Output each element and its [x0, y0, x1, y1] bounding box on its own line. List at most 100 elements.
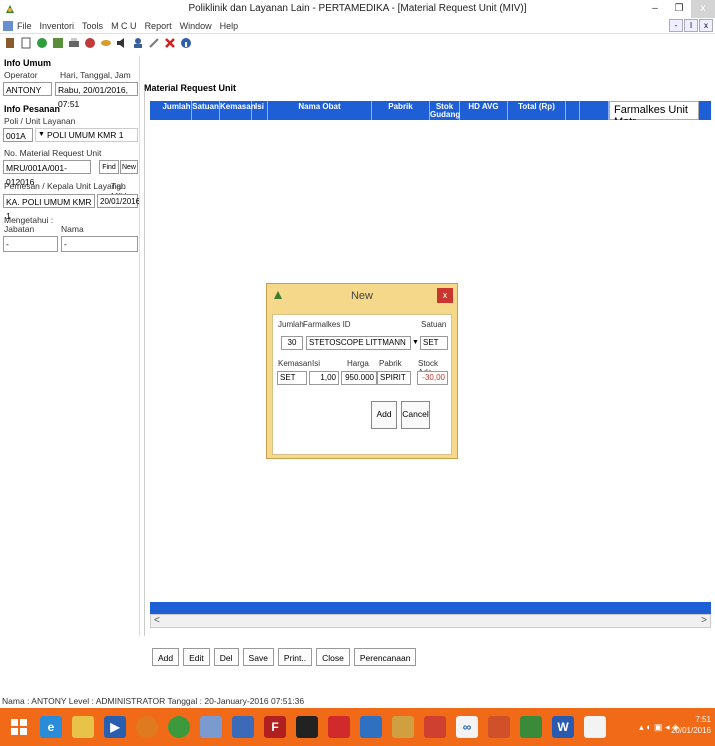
satuan-field[interactable]: SET: [420, 336, 448, 350]
info-icon[interactable]: [179, 37, 192, 50]
col-isi[interactable]: Isi: [252, 101, 268, 120]
horizontal-scrollbar[interactable]: < >: [150, 614, 711, 628]
find-button[interactable]: Find: [99, 160, 119, 174]
firefox-icon[interactable]: [136, 716, 158, 738]
powerpoint-icon[interactable]: [488, 716, 510, 738]
explorer-icon[interactable]: [72, 716, 94, 738]
isi-field[interactable]: 1,00: [309, 371, 339, 385]
pemesan-field[interactable]: KA. POLI UMUM KMR 1: [3, 194, 95, 221]
acrobat-icon[interactable]: [328, 716, 350, 738]
left-panel-divider: [139, 56, 140, 636]
scroll-right-arrow[interactable]: >: [701, 615, 707, 627]
mru-field[interactable]: MRU/001A/001-012016: [3, 160, 91, 187]
terminal-icon[interactable]: [296, 716, 318, 738]
sound-icon[interactable]: [115, 37, 128, 50]
app2-icon[interactable]: [360, 716, 382, 738]
kemasan-field[interactable]: SET: [277, 371, 307, 385]
heart-icon[interactable]: [83, 37, 96, 50]
menu-bar: File Inventori Tools M C U Report Window…: [0, 18, 715, 34]
menu-window[interactable]: Window: [180, 21, 212, 31]
close-button[interactable]: x: [691, 0, 715, 18]
mdi-minimize-button[interactable]: -: [669, 19, 683, 32]
farmalkes-dropdown-icon[interactable]: ▼: [412, 339, 419, 346]
clock[interactable]: 7:51 20/01/2016: [671, 714, 711, 736]
infinity-icon[interactable]: ∞: [456, 716, 478, 738]
poli-code-field[interactable]: 001A: [3, 128, 33, 142]
farmalkes-header: Farmalkes Unit Matr: [609, 101, 699, 128]
mdi-close-button[interactable]: x: [699, 19, 713, 32]
taskbar: e ▶ F ∞ W ▴ ◐ ▣ ◂ ◈ 7:51 20/01/2016: [0, 708, 715, 746]
perencanaan-button[interactable]: Perencanaan: [353, 648, 417, 666]
menu-report[interactable]: Report: [145, 21, 172, 31]
chrome-icon[interactable]: [168, 716, 190, 738]
acrobat-distiller-icon[interactable]: [392, 716, 414, 738]
door-icon[interactable]: [3, 37, 16, 50]
app-icon-taskbar[interactable]: [200, 716, 222, 738]
col-blank-1[interactable]: [566, 101, 580, 120]
tgl-miv-field[interactable]: 20/01/2016: [97, 194, 140, 208]
word-icon[interactable]: W: [552, 716, 574, 738]
close-icon[interactable]: [163, 37, 176, 50]
menu-mcu[interactable]: M C U: [111, 21, 137, 31]
page-icon[interactable]: [19, 37, 32, 50]
network-icon[interactable]: [232, 716, 254, 738]
maximize-button[interactable]: ❐: [667, 0, 691, 18]
scroll-left-arrow[interactable]: <: [154, 615, 160, 627]
acrobat-pro-icon[interactable]: [424, 716, 446, 738]
farmalkes-id-field[interactable]: STETOSCOPE LITTMANN: [306, 336, 411, 350]
col-total[interactable]: Total (Rp): [508, 101, 566, 120]
dialog-add-button[interactable]: Add: [371, 401, 397, 429]
edit-button[interactable]: Edit: [183, 648, 210, 666]
menu-tools[interactable]: Tools: [82, 21, 103, 31]
filezilla-icon[interactable]: F: [264, 716, 286, 738]
dialog-cancel-button[interactable]: Cancel: [401, 401, 430, 429]
col-hd-avg[interactable]: HD AVG: [460, 101, 508, 120]
mru-label: No. Material Request Unit: [4, 148, 102, 158]
col-blank-2[interactable]: [580, 101, 609, 120]
window-title: Poliklinik dan Layanan Lain - PERTAMEDIK…: [188, 3, 527, 14]
mdi-restore-button[interactable]: ǀ: [684, 19, 698, 32]
windows-start-icon[interactable]: [8, 716, 30, 738]
save-button[interactable]: Save: [242, 648, 274, 666]
clock-date: 20/01/2016: [670, 726, 711, 735]
col-pabrik[interactable]: Pabrik: [372, 101, 430, 120]
jumlah-field[interactable]: 30: [281, 336, 303, 350]
close-form-button[interactable]: Close: [316, 648, 350, 666]
operator-field: ANTONY: [3, 82, 52, 96]
col-jumlah[interactable]: Jumlah: [162, 101, 192, 120]
jabatan-field[interactable]: -: [3, 236, 58, 252]
dialog-close-button[interactable]: x: [437, 288, 453, 303]
green-circle-icon[interactable]: [35, 37, 48, 50]
system-menu-icon[interactable]: [3, 20, 13, 31]
user-icon[interactable]: [131, 37, 144, 50]
col-kemasan[interactable]: Kemasan: [220, 101, 256, 120]
col-nama-obat[interactable]: Nama Obat: [268, 101, 372, 120]
tools-icon[interactable]: [147, 37, 160, 50]
printer-icon[interactable]: [67, 37, 80, 50]
col-stok-gudang[interactable]: Stok Gudang: [430, 101, 460, 120]
menu-inventori[interactable]: Inventori: [40, 21, 75, 31]
add-button[interactable]: Add: [152, 648, 180, 666]
pill-icon[interactable]: [99, 37, 112, 50]
left-panel: Info Umum Operator Hari, Tanggal, Jam AN…: [3, 56, 140, 636]
media-icon[interactable]: ▶: [104, 716, 126, 738]
poli-select-value: POLI UMUM KMR 1: [46, 130, 124, 140]
poli-label: Poli / Unit Layanan: [4, 116, 76, 126]
app3-icon[interactable]: [584, 716, 606, 738]
nama-label: Nama: [61, 224, 84, 234]
poli-select[interactable]: ▼ POLI UMUM KMR 1: [35, 128, 138, 142]
pabrik-field[interactable]: SPIRIT: [377, 371, 411, 385]
minimize-button[interactable]: –: [643, 0, 667, 18]
nama-field[interactable]: -: [61, 236, 138, 252]
report-icon[interactable]: [51, 37, 64, 50]
col-satuan[interactable]: Satuan: [192, 101, 220, 120]
harga-field[interactable]: 950.000: [341, 371, 377, 385]
ie-icon[interactable]: e: [40, 716, 62, 738]
clock-time: 7:51: [695, 715, 711, 724]
print-button[interactable]: Print..: [277, 648, 313, 666]
new-button[interactable]: New: [120, 160, 138, 174]
project-icon[interactable]: [520, 716, 542, 738]
menu-file[interactable]: File: [17, 21, 32, 31]
del-button[interactable]: Del: [213, 648, 239, 666]
menu-help[interactable]: Help: [220, 21, 239, 31]
